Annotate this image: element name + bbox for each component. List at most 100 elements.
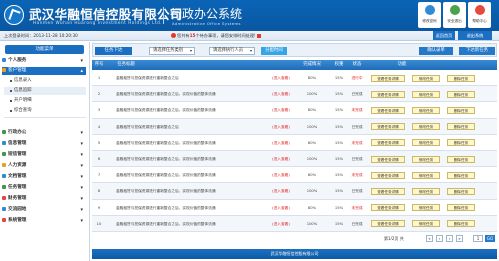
task-title[interactable]: 金融租赁与担保资源进行重新整合之后，实现价值的整体流通 [116, 183, 266, 199]
urgent-tag[interactable]: (进入查看) [266, 151, 296, 167]
task-title[interactable]: 金融租赁与担保资源进行重新整合之后，实现价值的整体流通 [116, 102, 266, 118]
sidebar-item-label: 个人服务 [8, 58, 27, 63]
sidebar-sub-info-entry[interactable]: 信息录入 [4, 77, 86, 85]
delete-task-button[interactable]: 删除任务 [447, 155, 475, 163]
edit-task-button[interactable]: 修改任务 [412, 123, 440, 131]
task-title[interactable]: 金融租赁与担保资源进行重新整合之后，实现价值的整体流通 [116, 167, 266, 183]
urgent-tag[interactable]: (进入查看) [266, 216, 296, 232]
task-category-select[interactable]: 请选择任务类别 ▾ [149, 47, 195, 55]
sidebar-item-hr[interactable]: 人力资源 ▾ [2, 162, 86, 170]
close-icon[interactable] [256, 34, 261, 38]
task-title[interactable]: 金融租赁与担保资源进行重新整合之后，实现价值的整体流通 [116, 151, 266, 167]
urgent-tag[interactable]: (进入查看) [266, 119, 296, 135]
delete-task-button[interactable]: 删除任务 [447, 106, 475, 114]
sidebar-item-label: 客户管理 [8, 68, 27, 73]
home-button[interactable]: 返回首页 [433, 31, 455, 40]
sidebar-sub-query[interactable]: 综合查询 [4, 107, 86, 115]
urgent-tag[interactable]: (进入查看) [266, 86, 296, 102]
todo-notice[interactable]: 您共有15个待办事项，请您安排时间处理! [171, 33, 261, 39]
sidebar-item-label: 系统管理 [8, 218, 27, 223]
sidebar-item-info[interactable]: 信息管理 ▾ [2, 140, 86, 148]
task-title[interactable]: 金融租赁与担保资源进行重新整合之后 [116, 70, 266, 86]
sidebar-item-tasks[interactable]: 任务管理 ▾ [2, 184, 86, 192]
edit-task-button[interactable]: 修改任务 [412, 187, 440, 195]
confirm-entry-button[interactable]: 确认录单 [419, 47, 453, 55]
chevron-down-icon: ▾ [189, 48, 192, 53]
delete-task-button[interactable]: 删除任务 [447, 123, 475, 131]
view-task-button[interactable]: 查看任务详情 [371, 74, 405, 82]
edit-task-button[interactable]: 修改任务 [412, 106, 440, 114]
change-password-button[interactable]: 修改密码 [418, 2, 441, 28]
delete-task-button[interactable]: 删除任务 [447, 187, 475, 195]
first-page-button[interactable]: « [426, 235, 433, 242]
edit-task-button[interactable]: 修改任务 [412, 155, 440, 163]
sidebar-sub-info-tracking[interactable]: 信息追踪 [4, 87, 86, 95]
sidebar-sub-account-detail[interactable]: 开户明细 [4, 97, 86, 105]
view-task-button[interactable]: 查看任务详情 [371, 106, 405, 114]
sidebar-item-admin[interactable]: 行政办公 ▾ [2, 129, 86, 137]
next-page-button[interactable]: › [446, 235, 453, 242]
task-title[interactable]: 金融租赁与担保资源进行重新整合之后 [116, 119, 266, 135]
delete-task-button[interactable]: 删除任务 [447, 90, 475, 98]
sidebar-item-sms[interactable]: 短信管理 ▾ [2, 151, 86, 159]
sidebar-item-personal[interactable]: 个人服务 ▾ [2, 57, 86, 65]
sidebar-item-label: 短信管理 [8, 152, 27, 157]
executor-select[interactable]: 请选择执行人员 ▾ [209, 47, 255, 55]
view-task-button[interactable]: 查看任务详情 [371, 220, 405, 228]
status-badge: 已完成 [351, 157, 363, 161]
last-login-info: 上次登录时间：2013-11-28 10:20:30 [4, 33, 78, 38]
row-number: 3 [97, 108, 101, 113]
delete-task-button[interactable]: 删除任务 [447, 204, 475, 212]
new-task-button[interactable]: 下达新任务 [459, 47, 495, 55]
help-center-button[interactable]: 帮助中心 [468, 2, 491, 28]
edit-task-button[interactable]: 修改任务 [412, 74, 440, 82]
safe-logout-button[interactable]: 安全退出 [443, 2, 466, 28]
task-title[interactable]: 金融租赁与担保资源进行重新整合之后，实现价值的整体流通 [116, 135, 266, 151]
prev-page-button[interactable]: ‹ [436, 235, 443, 242]
urgent-tag[interactable]: (进入查看) [266, 70, 296, 86]
view-task-button[interactable]: 查看任务详情 [371, 123, 405, 131]
edit-task-button[interactable]: 修改任务 [412, 90, 440, 98]
view-task-button[interactable]: 查看任务详情 [371, 155, 405, 163]
task-title-text: 金融租赁与担保资源进行重新整合之后，实现价值的整体流通 [116, 108, 216, 113]
weight-value: 15% [334, 124, 344, 129]
urgent-tag[interactable]: (进入查看) [266, 183, 296, 199]
view-task-button[interactable]: 查看任务详情 [371, 90, 405, 98]
sidebar-item-customer[interactable]: 客户管理 ▴ [2, 67, 86, 75]
row-number: 6 [97, 157, 101, 161]
delete-task-button[interactable]: 删除任务 [447, 220, 475, 228]
sidebar-item-forum[interactable]: 交流园地 ▾ [2, 206, 86, 214]
delete-task-button[interactable]: 删除任务 [447, 139, 475, 147]
view-task-button[interactable]: 查看任务详情 [371, 139, 405, 147]
last-page-button[interactable]: » [456, 235, 463, 242]
sidebar-divider [4, 117, 86, 118]
delete-task-button[interactable]: 删除任务 [447, 74, 475, 82]
go-button[interactable]: GO [485, 235, 495, 242]
delete-task-button[interactable]: 删除任务 [447, 171, 475, 179]
sidebar-item-finance[interactable]: 财务管理 ▾ [2, 195, 86, 203]
sidebar-sub-label: 综合查询 [14, 108, 32, 113]
urgent-tag[interactable]: (进入查看) [266, 200, 296, 216]
task-title[interactable]: 金融租赁与担保资源进行重新整合之后，实现价值的整体流通 [116, 216, 266, 232]
urgent-tag[interactable]: (进入查看) [266, 135, 296, 151]
sidebar-item-system[interactable]: 系统管理 ▾ [2, 217, 86, 225]
exit-system-button[interactable]: 退出系统 [458, 31, 492, 40]
column-header: 序号 [94, 62, 104, 67]
sidebar-item-docs[interactable]: 文档管理 ▾ [2, 173, 86, 181]
urgent-tag[interactable]: (进入查看) [266, 167, 296, 183]
view-task-button[interactable]: 查看任务详情 [371, 171, 405, 179]
edit-task-button[interactable]: 修改任务 [412, 171, 440, 179]
edit-task-button[interactable]: 修改任务 [412, 139, 440, 147]
page-number-input[interactable]: 1 [473, 235, 483, 242]
sidebar-sub-label: 信息录入 [14, 78, 32, 83]
assign-time-button[interactable]: 分配时间 [261, 47, 287, 55]
view-task-button[interactable]: 查看任务详情 [371, 187, 405, 195]
urgent-tag[interactable]: (进入查看) [266, 102, 296, 118]
task-title[interactable]: 金融租赁与担保资源进行重新整合之后，实现价值的整体流通 [116, 86, 266, 102]
chevron-down-icon: ▾ [80, 163, 83, 169]
sidebar: 功能菜单 个人服务 ▾ 客户管理 ▴ 信息录入 信息追踪 开户明细 综合查询 行政办… [0, 42, 90, 261]
edit-task-button[interactable]: 修改任务 [412, 204, 440, 212]
task-title[interactable]: 金融租赁与担保资源进行重新整合之后，实现价值的整体流通 [116, 200, 266, 216]
edit-task-button[interactable]: 修改任务 [412, 220, 440, 228]
view-task-button[interactable]: 查看任务详情 [371, 204, 405, 212]
